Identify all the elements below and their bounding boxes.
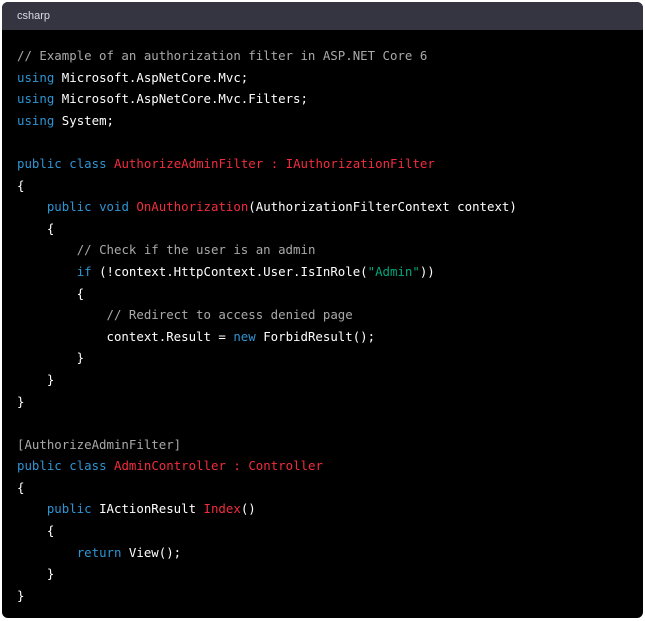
code-line: public void OnAuthorization(Authorizatio… [17, 196, 643, 218]
code-token-plain: { [17, 479, 25, 495]
code-token-plain: () [240, 501, 256, 517]
code-token-class: OnAuthorization [136, 199, 249, 215]
code-line: // Check if the user is an admin [17, 239, 643, 261]
code-token-comment: // Redirect to access denied page [106, 307, 353, 323]
code-token-keyword: class [69, 155, 107, 171]
code-token-plain: } [17, 371, 55, 387]
code-line: } [17, 563, 643, 585]
code-line: } [17, 391, 643, 413]
code-token-class: Index [203, 501, 241, 517]
code-token-keyword: using [17, 69, 55, 85]
code-line: { [17, 283, 643, 305]
code-content[interactable]: // Example of an authorization filter in… [2, 30, 643, 606]
code-token-keyword: public [46, 199, 92, 215]
code-token-string: "Admin" [367, 263, 420, 279]
code-token-keyword: using [17, 91, 55, 107]
code-token-comment: // Example of an authorization filter in… [17, 48, 428, 63]
code-line: return View(); [17, 542, 643, 564]
code-token-plain: { [17, 523, 55, 539]
code-line: { [17, 218, 643, 240]
code-line: } [17, 347, 643, 369]
code-line: if (!context.HttpContext.User.IsInRole("… [17, 261, 643, 283]
code-token-plain: { [17, 285, 85, 301]
code-token-plain: } [17, 587, 25, 603]
code-token-comment: // Check if the user is an admin [76, 242, 316, 258]
code-token-plain: } [17, 566, 55, 582]
code-token-keyword: if [76, 263, 92, 279]
code-line: using Microsoft.AspNetCore.Mvc.Filters; [17, 88, 643, 110]
code-line: // Redirect to access denied page [17, 304, 643, 326]
code-token-plain: (!context.HttpContext.User.IsInRole( [91, 263, 368, 279]
code-token-keyword: return [76, 544, 122, 560]
code-token-keyword: public [17, 458, 62, 474]
code-line: { [17, 520, 643, 542]
code-line: } [17, 585, 643, 607]
code-token-class: AuthorizeAdminFilter [114, 155, 264, 171]
code-token-keyword: void [99, 199, 129, 215]
code-token-plain: ForbidResult(); [255, 328, 376, 344]
code-token-class: AdminController [114, 458, 226, 474]
code-line: } [17, 369, 643, 391]
code-token-plain: { [17, 220, 55, 236]
code-token-keyword: public [17, 155, 62, 171]
code-line: [AuthorizeAdminFilter] [17, 434, 643, 456]
code-token-keyword: using [17, 112, 55, 128]
code-token-keyword: public [46, 501, 92, 517]
code-token-attr: [AuthorizeAdminFilter] [17, 436, 182, 452]
code-token-plain: System; [54, 112, 114, 128]
code-token-plain: { [17, 177, 25, 193]
code-token-plain: context.Result = [17, 328, 234, 344]
code-block-header: csharp [2, 2, 643, 30]
code-line: context.Result = new ForbidResult(); [17, 326, 643, 348]
code-line: public class AuthorizeAdminFilter : IAut… [17, 153, 643, 175]
code-token-plain: )) [419, 263, 435, 279]
code-token-plain: IActionResult [91, 501, 204, 517]
code-line: { [17, 175, 643, 197]
code-token-plain: View(); [121, 544, 182, 560]
code-token-class: Controller [248, 458, 323, 474]
code-block: csharp // Example of an authorization fi… [2, 2, 643, 618]
code-line: { [17, 477, 643, 499]
code-token-plain: } [17, 393, 25, 409]
code-token-plain: } [17, 350, 85, 366]
code-token-keyword: class [69, 458, 107, 474]
code-line: // Example of an authorization filter in… [17, 45, 643, 67]
code-token-class: IAuthorizationFilter [285, 155, 435, 171]
code-line: public class AdminController : Controlle… [17, 455, 643, 477]
code-line: using System; [17, 110, 643, 132]
code-token-plain: Microsoft.AspNetCore.Mvc.Filters; [54, 91, 308, 107]
code-line: using Microsoft.AspNetCore.Mvc; [17, 67, 643, 89]
code-token-keyword: new [233, 328, 256, 344]
language-label: csharp [17, 10, 51, 22]
code-token-plain: (AuthorizationFilterContext context) [248, 199, 517, 215]
code-token-plain: Microsoft.AspNetCore.Mvc; [54, 69, 249, 85]
code-line: public IActionResult Index() [17, 498, 643, 520]
code-token-class: : [233, 458, 241, 474]
